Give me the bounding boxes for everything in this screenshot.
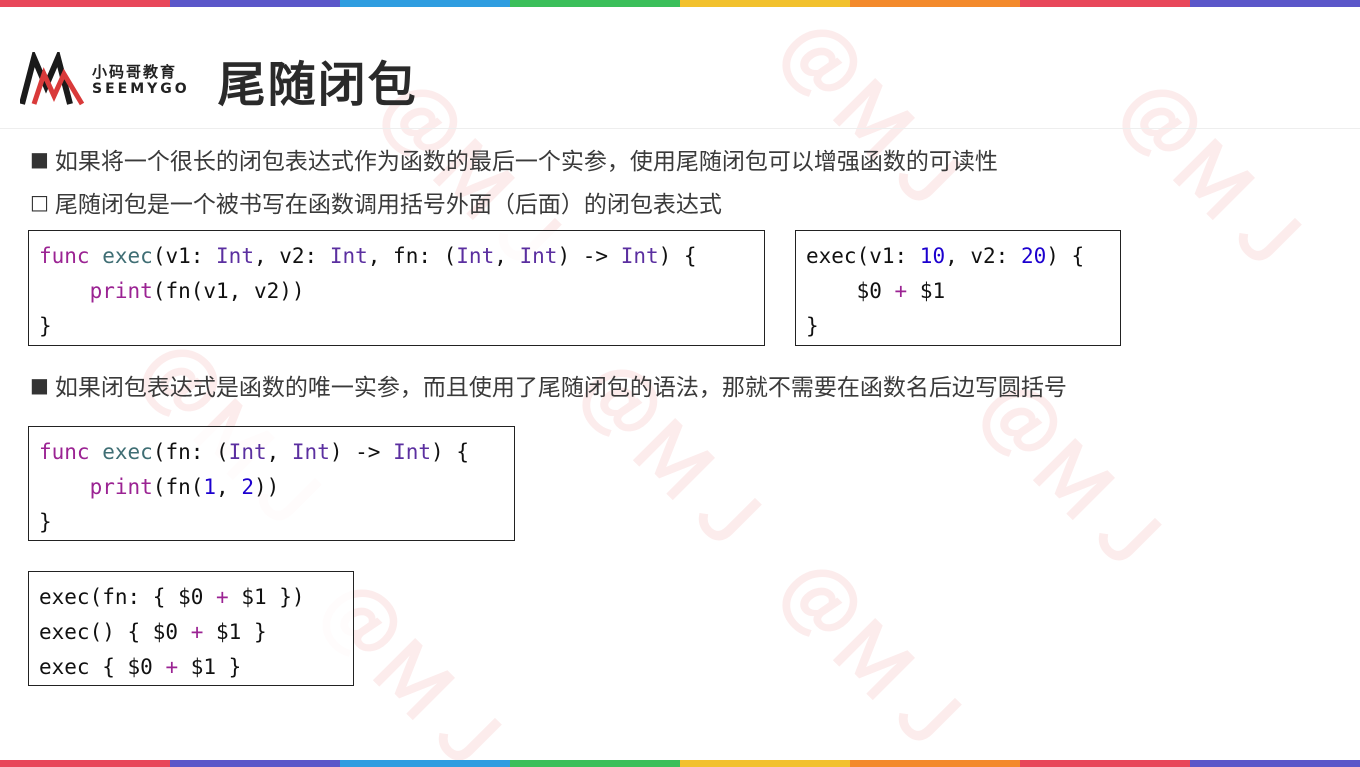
bottom-color-stripe (0, 760, 1360, 767)
code-line: $0 + $1 (806, 279, 946, 303)
code-line: func exec(fn: (Int, Int) -> Int) { (39, 440, 469, 464)
bullet-text: 如果闭包表达式是函数的唯一实参，而且使用了尾随闭包的语法，那就不需要在函数名后边… (54, 375, 1067, 401)
code-line: } (806, 314, 819, 338)
bullet-mark: ■ (30, 147, 49, 171)
code-block-exec-call: exec(v1: 10, v2: 20) { $0 + $1 } (795, 230, 1121, 346)
seemygo-logo-icon (20, 52, 85, 106)
code-line: } (39, 314, 52, 338)
logo-cn-text: 小码哥教育 (92, 62, 178, 81)
code-line: exec(fn: { $0 + $1 }) (39, 585, 305, 609)
bullet-3: ■ 如果闭包表达式是函数的唯一实参，而且使用了尾随闭包的语法，那就不需要在函数名… (30, 368, 1067, 402)
code-block-trailing-closure-calls: exec(fn: { $0 + $1 }) exec() { $0 + $1 }… (28, 571, 354, 686)
header-divider (0, 128, 1360, 129)
bullet-mark: □ (30, 190, 49, 214)
code-block-exec-fn-only: func exec(fn: (Int, Int) -> Int) { print… (28, 426, 515, 541)
bullet-1: ■ 如果将一个很长的闭包表达式作为函数的最后一个实参，使用尾随闭包可以增强函数的… (30, 142, 998, 176)
code-line: exec { $0 + $1 } (39, 655, 242, 679)
bullet-2: □ 尾随闭包是一个被书写在函数调用括号外面（后面）的闭包表达式 (30, 185, 722, 219)
logo-en-text: SEEMYGO (92, 80, 190, 97)
logo: 小码哥教育 SEEMYGO (20, 52, 190, 108)
code-line: func exec(v1: Int, v2: Int, fn: (Int, In… (39, 244, 697, 268)
header: 小码哥教育 SEEMYGO 尾随闭包 (20, 48, 418, 113)
top-color-stripe (0, 0, 1360, 7)
page-title: 尾随闭包 (217, 57, 418, 113)
code-line: print(fn(1, 2)) (89, 475, 280, 499)
bullet-text: 如果将一个很长的闭包表达式作为函数的最后一个实参，使用尾随闭包可以增强函数的可读… (54, 149, 998, 175)
code-line: } (39, 510, 52, 534)
bullet-mark: ■ (30, 373, 49, 397)
code-line: exec() { $0 + $1 } (39, 620, 267, 644)
code-line: exec(v1: 10, v2: 20) { (806, 244, 1085, 268)
code-block-exec-definition: func exec(v1: Int, v2: Int, fn: (Int, In… (28, 230, 765, 346)
logo-text: 小码哥教育 SEEMYGO (92, 63, 190, 98)
code-line: print(fn(v1, v2)) (89, 279, 305, 303)
bullet-text: 尾随闭包是一个被书写在函数调用括号外面（后面）的闭包表达式 (54, 192, 722, 218)
